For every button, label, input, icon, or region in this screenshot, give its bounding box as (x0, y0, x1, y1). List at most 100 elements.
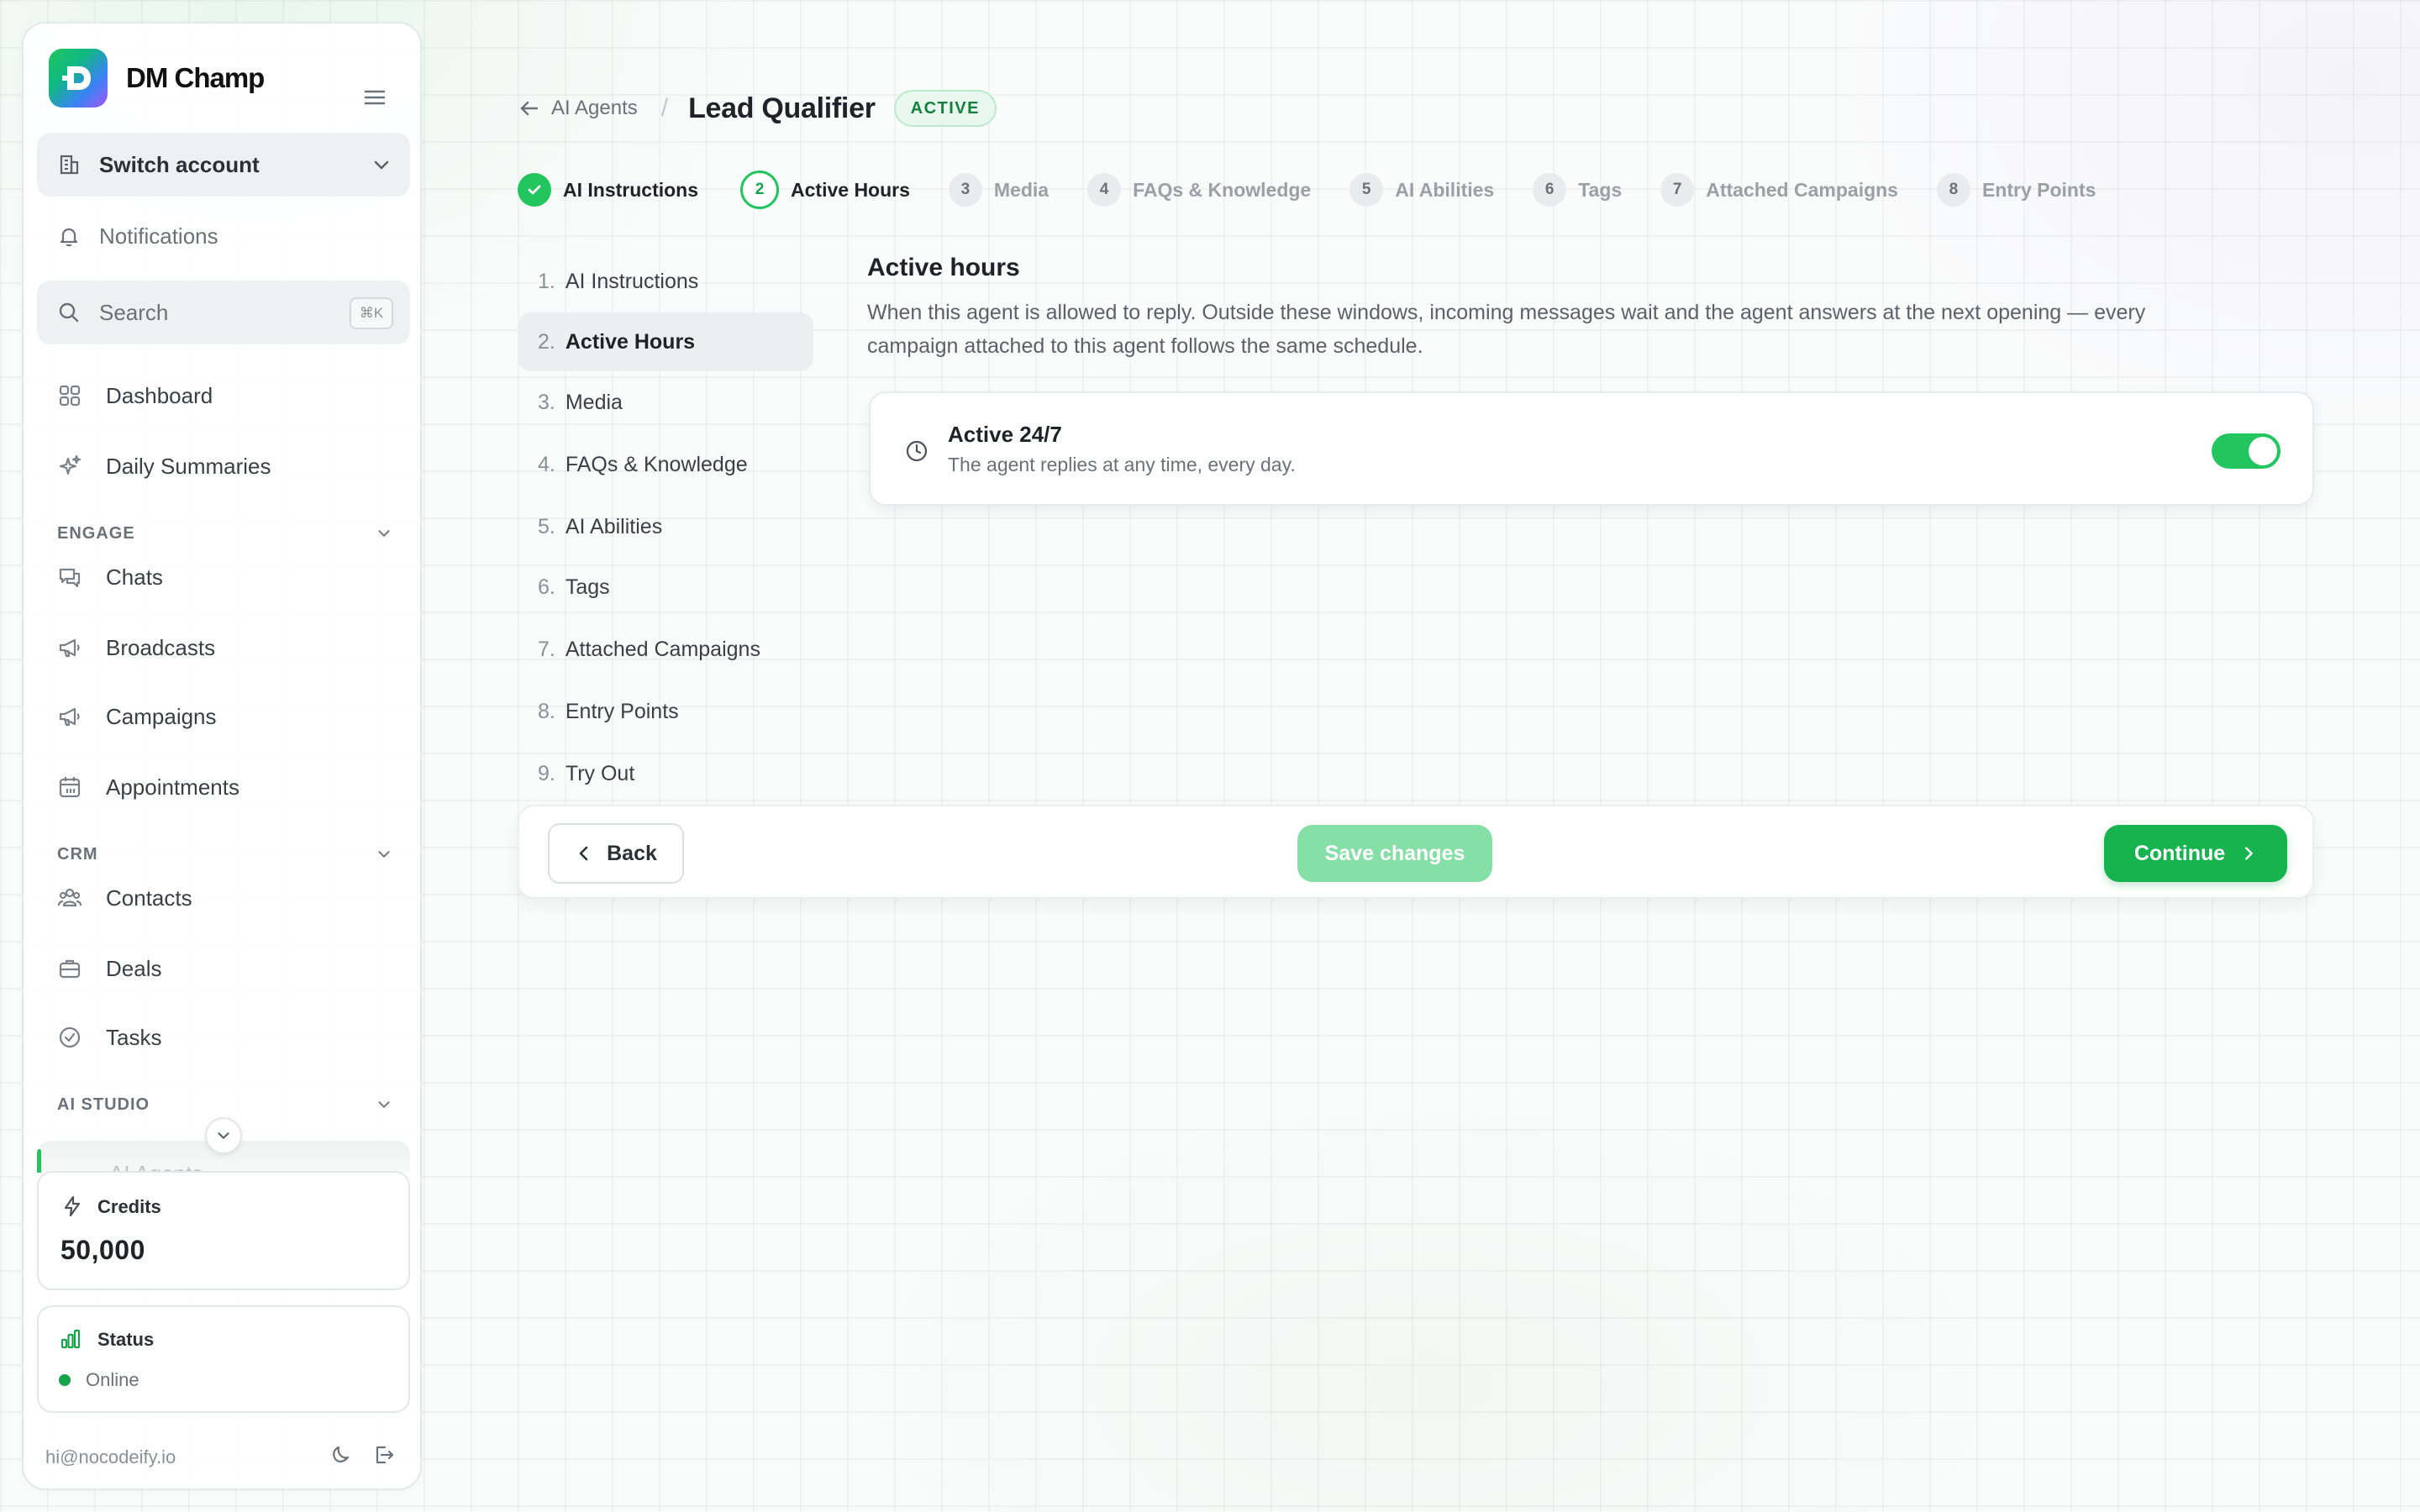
steps-nav-number: 3. (538, 390, 555, 414)
sidebar-item-campaigns[interactable]: Campaigns (37, 687, 410, 746)
save-changes-button[interactable]: Save changes (1297, 825, 1492, 882)
footer-actions (329, 1443, 395, 1467)
step-label: FAQs & Knowledge (1133, 178, 1312, 201)
steps-nav-item[interactable]: 8. Entry Points (518, 682, 813, 741)
section-crm-label: CRM (57, 844, 98, 864)
sidebar-item-tasks[interactable]: Tasks (37, 1008, 410, 1067)
step-number: 7 (1660, 173, 1695, 207)
toggle-knob (2249, 437, 2277, 465)
sidebar-item-label: Tasks (106, 1024, 162, 1050)
sidebar: DM Champ Switch account Notifications Se… (22, 22, 422, 1490)
scroll-down-button[interactable] (205, 1117, 242, 1154)
menu-icon[interactable] (363, 87, 387, 108)
option-title: Active 24/7 (948, 422, 1062, 447)
steps-nav-label: Try Out (565, 761, 635, 785)
steps-nav-label: Entry Points (565, 699, 679, 723)
notifications-button[interactable]: Notifications (37, 207, 410, 265)
section-ai-studio[interactable]: AI STUDIO (57, 1092, 410, 1117)
notifications-label: Notifications (99, 223, 218, 249)
continue-button-label: Continue (2133, 841, 2226, 865)
sidebar-item-label: Daily Summaries (106, 453, 271, 479)
switch-account-button[interactable]: Switch account (37, 133, 410, 197)
step-2[interactable]: 2 Active Hours (740, 171, 910, 209)
steps-nav-label: Attached Campaigns (565, 637, 760, 661)
step-number: 2 (740, 171, 780, 209)
step-label: Tags (1578, 178, 1623, 201)
chevron-down-icon (375, 1095, 393, 1114)
steps-nav-label: AI Instructions (565, 269, 699, 293)
sidebar-item-label: Campaigns (106, 703, 217, 729)
chevron-right-icon (2240, 845, 2257, 862)
steps-nav-label: Media (565, 390, 623, 414)
chevron-down-icon (214, 1126, 233, 1145)
switch-account-label: Switch account (99, 151, 260, 177)
step-6[interactable]: 6 Tags (1533, 173, 1622, 207)
sidebar-item-label: Dashboard (106, 382, 213, 408)
step-1[interactable]: AI Instructions (518, 173, 698, 207)
sidebar-item-daily-summaries[interactable]: Daily Summaries (37, 437, 410, 496)
credits-card: Credits 50,000 (37, 1171, 410, 1290)
steps-nav-number: 4. (538, 452, 555, 476)
back-button[interactable]: Back (548, 823, 684, 884)
logout-icon[interactable] (371, 1443, 395, 1467)
step-label: Media (993, 178, 1050, 201)
step-label: Active Hours (791, 178, 910, 201)
brand[interactable]: DM Champ (49, 49, 265, 108)
sparkles-icon (57, 454, 82, 479)
sidebar-item-deals[interactable]: Deals (37, 939, 410, 998)
sidebar-item-contacts[interactable]: Contacts (37, 869, 410, 927)
step-label: Entry Points (1981, 178, 2096, 201)
chevron-down-icon (375, 524, 393, 543)
option-subtitle: The agent replies at any time, every day… (948, 454, 1296, 475)
moon-icon[interactable] (329, 1443, 353, 1467)
search-icon (57, 301, 81, 324)
steps-nav-number: 1. (538, 269, 555, 293)
steps-nav-item[interactable]: 6. Tags (518, 558, 813, 617)
step-number: 6 (1533, 173, 1567, 207)
chevron-down-icon (375, 845, 393, 864)
bar-chart-icon (59, 1327, 82, 1351)
step-4[interactable]: 4 FAQs & Knowledge (1087, 173, 1311, 207)
steps-nav-number: 6. (538, 575, 555, 599)
chevron-left-icon (575, 844, 593, 863)
steps-nav-item[interactable]: 3. Media (518, 373, 813, 432)
continue-button[interactable]: Continue (2104, 825, 2287, 882)
sidebar-item-label: Deals (106, 955, 162, 981)
sidebar-item-label: Chats (106, 564, 163, 590)
megaphone-icon (57, 704, 82, 729)
steps-nav-item[interactable]: 1. AI Instructions (518, 252, 813, 311)
section-crm[interactable]: CRM (57, 842, 410, 867)
active-24-7-card: Active 24/7 The agent replies at any tim… (869, 391, 2314, 506)
step-5[interactable]: 5 AI Abilities (1349, 173, 1494, 207)
section-title: Active hours (867, 254, 1020, 281)
steps-nav-item[interactable]: 7. Attached Campaigns (518, 620, 813, 679)
step-number: 8 (1936, 173, 1970, 207)
active-24-7-toggle[interactable] (2212, 433, 2281, 469)
section-engage[interactable]: ENGAGE (57, 521, 410, 546)
step-3[interactable]: 3 Media (948, 173, 1050, 207)
action-bar: Back Save changes Continue (518, 805, 2314, 899)
search-input[interactable]: Search ⌘K (37, 281, 410, 344)
steps-nav-item[interactable]: 4. FAQs & Knowledge (518, 435, 813, 494)
step-8[interactable]: 8 Entry Points (1936, 173, 2096, 207)
steps-nav-item[interactable]: 9. Try Out (518, 744, 813, 803)
user-email: hi@nocodeify.io (45, 1446, 176, 1467)
step-label: AI Abilities (1395, 178, 1495, 201)
breadcrumb-back-link[interactable]: AI Agents (551, 97, 638, 120)
calendar-icon (57, 774, 82, 800)
lightning-icon (60, 1194, 84, 1218)
arrow-left-icon[interactable] (518, 97, 541, 120)
steps-nav-number: 7. (538, 637, 555, 661)
sidebar-item-label: Broadcasts (106, 634, 216, 660)
sidebar-item-broadcasts[interactable]: Broadcasts (37, 618, 410, 677)
steps-nav-item-active[interactable]: 2. Active Hours (518, 312, 813, 371)
steps-nav-item[interactable]: 5. AI Abilities (518, 497, 813, 556)
sidebar-item-appointments[interactable]: Appointments (37, 758, 410, 816)
sidebar-item-chats[interactable]: Chats (37, 548, 410, 606)
step-7[interactable]: 7 Attached Campaigns (1660, 173, 1898, 207)
brand-logo (49, 49, 108, 108)
breadcrumb-separator: / (660, 94, 669, 122)
status-card: Status Online (37, 1305, 410, 1413)
sidebar-item-dashboard[interactable]: Dashboard (37, 366, 410, 425)
brand-name: DM Champ (126, 62, 265, 93)
